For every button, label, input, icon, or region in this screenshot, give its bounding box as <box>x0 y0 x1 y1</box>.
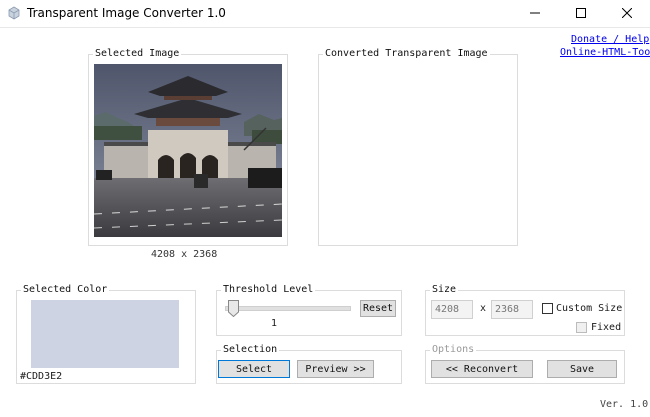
select-button[interactable]: Select <box>218 360 290 378</box>
maximize-icon <box>576 8 586 18</box>
title-bar: Transparent Image Converter 1.0 <box>0 0 650 27</box>
selected-color-group: Selected Color #CDD3E2 <box>16 284 196 384</box>
donate-help-link[interactable]: Donate / Help <box>571 34 649 45</box>
threshold-legend: Threshold Level <box>221 284 316 295</box>
reset-button[interactable]: Reset <box>360 300 396 317</box>
save-button[interactable]: Save <box>547 360 617 378</box>
close-button[interactable] <box>604 0 650 26</box>
selection-legend: Selection <box>221 344 280 355</box>
app-icon <box>8 6 20 20</box>
client-area: Donate / Help Online-HTML-Tools Selected… <box>0 27 650 417</box>
options-group: Options << Reconvert Save <box>425 344 625 384</box>
image-dimensions: 4208 x 2368 <box>151 249 218 260</box>
minimize-button[interactable] <box>512 0 558 26</box>
minimize-icon <box>530 12 540 14</box>
slider-thumb[interactable] <box>228 300 239 317</box>
fixed-checkbox[interactable] <box>576 322 587 333</box>
size-legend: Size <box>430 284 459 295</box>
reconvert-button[interactable]: << Reconvert <box>431 360 533 378</box>
selected-image-preview[interactable] <box>94 64 282 237</box>
selected-image-legend: Selected Image <box>93 48 182 59</box>
color-hex-value: #CDD3E2 <box>20 371 63 382</box>
fixed-label: Fixed <box>591 322 622 333</box>
threshold-value: 1 <box>271 318 278 329</box>
preview-button[interactable]: Preview >> <box>297 360 374 378</box>
height-field[interactable]: 2368 <box>491 300 533 319</box>
selection-group: Selection Select Preview >> <box>216 344 402 384</box>
custom-size-checkbox[interactable] <box>542 303 553 314</box>
size-separator: x <box>480 303 487 314</box>
window-title: Transparent Image Converter 1.0 <box>27 6 226 20</box>
close-icon <box>622 8 632 18</box>
version-label: Ver. 1.0 <box>600 399 649 410</box>
slider-track <box>225 306 351 311</box>
width-field[interactable]: 4208 <box>431 300 473 319</box>
options-legend: Options <box>430 344 477 355</box>
threshold-group: Threshold Level 1 Reset <box>216 284 402 336</box>
converted-image-group: Converted Transparent Image <box>318 48 518 246</box>
selected-image-group: Selected Image <box>88 48 288 246</box>
online-html-tools-link[interactable]: Online-HTML-Tools <box>560 47 650 58</box>
converted-image-legend: Converted Transparent Image <box>323 48 490 59</box>
threshold-slider[interactable] <box>225 300 351 318</box>
size-group: Size 4208 x 2368 Custom Size Fixed <box>425 284 625 336</box>
custom-size-label: Custom Size <box>556 303 623 314</box>
maximize-button[interactable] <box>558 0 604 26</box>
selected-color-legend: Selected Color <box>21 284 110 295</box>
color-swatch <box>31 300 179 368</box>
